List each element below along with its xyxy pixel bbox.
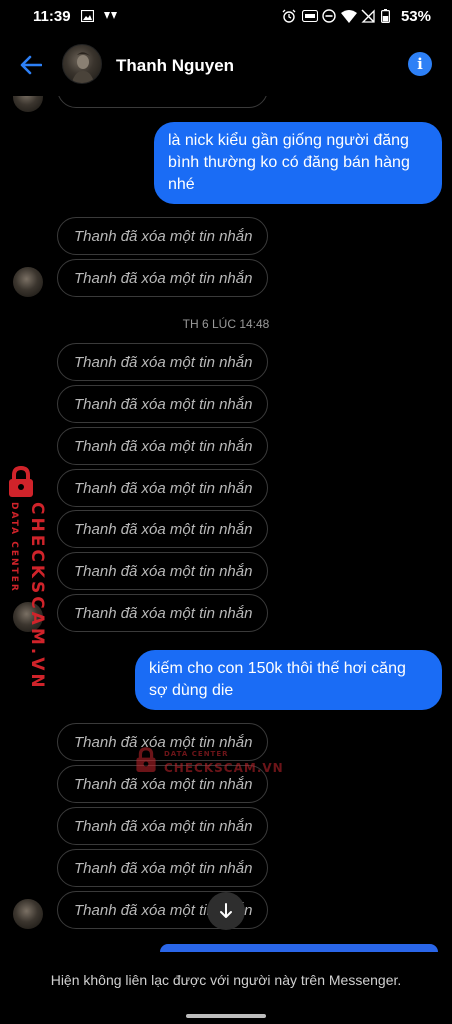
- outgoing-message-bubble[interactable]: kiếm cho con 150k thôi thế hơi căng sợ d…: [135, 650, 442, 710]
- battery-percent: 53%: [400, 8, 431, 25]
- deleted-message-bubble[interactable]: Thanh đã xóa một tin nhắn: [57, 469, 268, 507]
- deleted-message-bubble[interactable]: Thanh đã xóa một tin nhắn: [57, 723, 268, 761]
- message-timestamp: TH 6 LÚC 14:48: [182, 317, 270, 331]
- contact-avatar[interactable]: [62, 44, 102, 84]
- dnd-icon: [322, 9, 336, 23]
- sender-avatar[interactable]: [13, 899, 43, 929]
- volte-icon: [302, 9, 318, 23]
- deleted-message-text: Thanh đã xóa một tin nhắn: [74, 817, 253, 835]
- deleted-message-bubble[interactable]: Thanh đã xóa một tin nhắn: [57, 552, 268, 590]
- battery-icon: [380, 9, 390, 23]
- deleted-message-text: Thanh đã xóa một tin nhắn: [74, 479, 253, 497]
- deleted-message-text: Thanh đã xóa một tin nhắn: [74, 520, 253, 538]
- status-time: 11:39: [33, 8, 71, 25]
- scroll-to-bottom-button[interactable]: [207, 892, 245, 930]
- composer-disabled-footer: Hiện không liên lạc được với người này t…: [0, 952, 452, 1024]
- deleted-message-bubble[interactable]: Thanh đã xóa một tin nhắn: [57, 259, 268, 297]
- deleted-message-bubble[interactable]: Thanh đã xóa một tin nhắn: [57, 510, 268, 548]
- deleted-message-bubble[interactable]: Thanh đã xóa một tin nhắn: [57, 217, 268, 255]
- message-list[interactable]: là nick kiểu gần giống người đăng bình t…: [0, 96, 452, 946]
- app-icon: [102, 9, 118, 23]
- info-icon: i: [417, 55, 423, 73]
- deleted-message-text: Thanh đã xóa một tin nhắn: [74, 859, 253, 877]
- wifi-icon: [341, 9, 357, 23]
- back-button[interactable]: [14, 48, 48, 82]
- outgoing-message-text: là nick kiểu gần giống người đăng bình t…: [168, 132, 410, 193]
- deleted-message-bubble[interactable]: Thanh đã xóa một tin nhắn: [57, 427, 268, 465]
- sender-avatar[interactable]: [13, 96, 43, 112]
- unavailable-notice: Hiện không liên lạc được với người này t…: [50, 972, 402, 988]
- outgoing-message-bubble[interactable]: là nick kiểu gần giống người đăng bình t…: [154, 122, 442, 204]
- outgoing-message-bubble[interactable]: [160, 944, 438, 952]
- conversation-header: Thanh Nguyen i: [0, 34, 452, 96]
- sender-avatar[interactable]: [13, 602, 43, 632]
- deleted-message-bubble[interactable]: Thanh đã xóa một tin nhắn: [57, 343, 268, 381]
- status-bar: 11:39 53%: [0, 0, 452, 34]
- sender-avatar[interactable]: [13, 267, 43, 297]
- deleted-message-bubble[interactable]: Thanh đã xóa một tin nhắn: [57, 807, 268, 845]
- deleted-message-text: Thanh đã xóa một tin nhắn: [74, 604, 253, 622]
- deleted-message-bubble[interactable]: Thanh đã xóa một tin nhắn: [57, 385, 268, 423]
- contact-name[interactable]: Thanh Nguyen: [116, 56, 234, 76]
- deleted-message-text: Thanh đã xóa một tin nhắn: [74, 775, 253, 793]
- home-indicator[interactable]: [186, 1014, 266, 1018]
- deleted-message-text: Thanh đã xóa một tin nhắn: [74, 437, 253, 455]
- arrow-down-icon: [220, 903, 232, 918]
- alarm-icon: [282, 9, 296, 23]
- deleted-message-text: Thanh đã xóa một tin nhắn: [74, 562, 253, 580]
- deleted-message-text: Thanh đã xóa một tin nhắn: [74, 227, 253, 245]
- no-signal-icon: [361, 9, 375, 23]
- info-button[interactable]: i: [408, 52, 432, 76]
- deleted-message-text: Thanh đã xóa một tin nhắn: [74, 395, 253, 413]
- deleted-message-text: Thanh đã xóa một tin nhắn: [74, 269, 253, 287]
- outgoing-message-text: kiếm cho con 150k thôi thế hơi căng sợ d…: [149, 660, 406, 699]
- gallery-icon: [80, 9, 94, 23]
- deleted-message-bubble[interactable]: Thanh đã xóa một tin nhắn: [57, 849, 268, 887]
- deleted-message-text: Thanh đã xóa một tin nhắn: [74, 353, 253, 371]
- arrow-left-icon: [20, 55, 42, 75]
- deleted-message-bubble[interactable]: [57, 96, 268, 108]
- deleted-message-bubble[interactable]: Thanh đã xóa một tin nhắn: [57, 765, 268, 803]
- deleted-message-text: Thanh đã xóa một tin nhắn: [74, 733, 253, 751]
- deleted-message-bubble[interactable]: Thanh đã xóa một tin nhắn: [57, 594, 268, 632]
